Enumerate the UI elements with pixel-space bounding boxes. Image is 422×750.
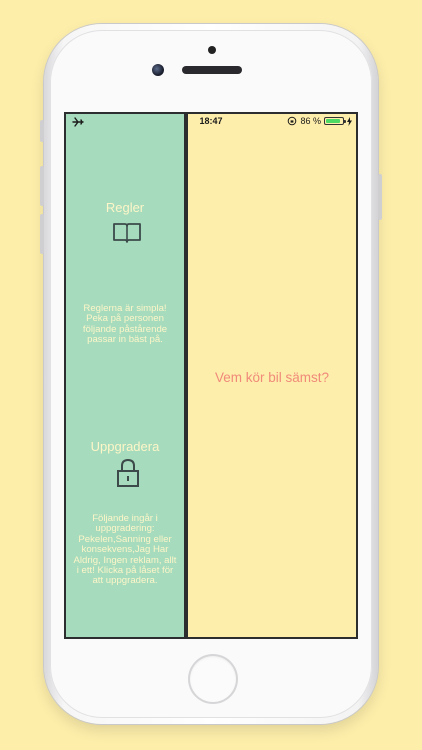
charging-icon (347, 116, 352, 126)
question-text: Vem kör bil sämst? (214, 370, 330, 385)
status-bar: 18:47 86 % (66, 114, 356, 130)
battery-icon (324, 117, 346, 125)
battery-percent: 86 % (300, 116, 321, 126)
rules-text: Reglerna är simpla! Peka på personen föl… (82, 303, 168, 346)
upgrade-text: Följande ingår i uppgradering: Pekelen,S… (73, 513, 177, 587)
sidebar-panel: Regler Reglerna är simpla! Peka på perso… (66, 114, 184, 637)
volume-down-button (40, 214, 44, 254)
proximity-sensor (208, 46, 216, 54)
main-panel[interactable]: Vem kör bil sämst? (188, 114, 356, 637)
earpiece-speaker (182, 66, 242, 74)
status-right: 86 % (287, 116, 352, 126)
volume-up-button (40, 166, 44, 206)
power-button (378, 174, 382, 220)
book-icon (113, 223, 141, 243)
home-button[interactable] (190, 656, 236, 702)
mute-switch (40, 120, 44, 142)
front-camera (152, 64, 164, 76)
upgrade-title: Uppgradera (90, 439, 160, 454)
lock-icon[interactable] (116, 458, 140, 488)
battery-fill (326, 119, 340, 123)
screen: Regler Reglerna är simpla! Peka på perso… (64, 112, 358, 639)
rotation-lock-icon (288, 116, 297, 126)
rules-title: Regler (105, 200, 145, 215)
